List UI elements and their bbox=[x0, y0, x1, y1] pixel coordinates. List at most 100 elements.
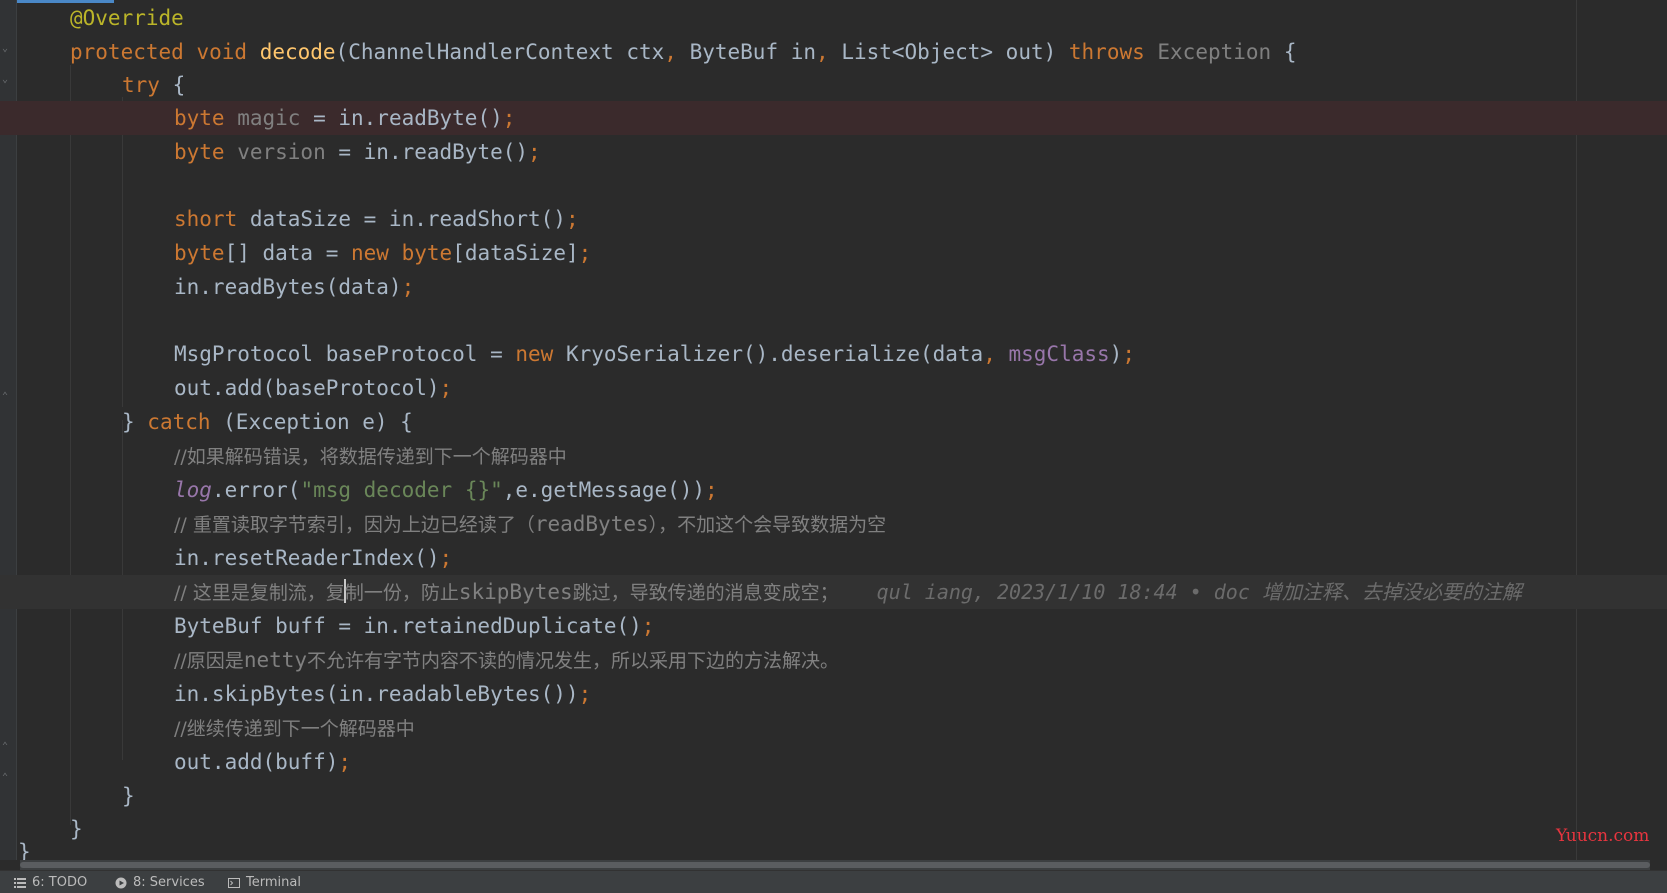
code-line-highlighted[interactable]: byte magic = in.readByte(); bbox=[0, 101, 1667, 135]
code-line[interactable]: byte[] data = new byte[dataSize]; bbox=[0, 236, 1667, 270]
terminal-icon bbox=[228, 877, 240, 888]
code-line[interactable]: //原因是netty不允许有字节内容不读的情况发生，所以采用下边的方法解决。 bbox=[0, 643, 1667, 677]
code-text: KryoSerializer().deserialize(data bbox=[553, 342, 984, 366]
comment-text: //继续传递到下一个解码器中 bbox=[174, 718, 415, 740]
keyword-token: short bbox=[174, 207, 238, 231]
semicolon-token: ; bbox=[528, 140, 541, 164]
code-text: ByteBuf buff = in.retainedDuplicate() bbox=[174, 614, 642, 638]
code-line[interactable]: MsgProtocol baseProtocol = new KryoSeria… bbox=[0, 337, 1667, 371]
code-text: in.resetReaderIndex() bbox=[174, 546, 440, 570]
code-text: { bbox=[159, 73, 186, 97]
keyword-token: void bbox=[196, 40, 248, 64]
code-line[interactable]: } bbox=[0, 842, 1667, 863]
static-field: log bbox=[174, 478, 212, 502]
code-text: in.readBytes(data) bbox=[174, 275, 402, 299]
semicolon-token: ; bbox=[439, 376, 453, 400]
watermark: Yuucn.com bbox=[1556, 826, 1650, 846]
comment-text: ），不加这个会导致数据为空 bbox=[648, 514, 887, 536]
terminal-label: Terminal bbox=[246, 875, 301, 890]
keyword-token: catch bbox=[147, 410, 211, 434]
semicolon-token: ; bbox=[578, 682, 592, 706]
comma-token: , bbox=[664, 40, 677, 64]
code-text: } bbox=[70, 817, 83, 841]
string-literal: "msg decoder {}" bbox=[300, 478, 503, 502]
code-text: in.skipBytes(in.readableBytes()) bbox=[174, 682, 579, 706]
comma-token: , bbox=[983, 342, 996, 366]
semicolon-token: ; bbox=[705, 478, 718, 502]
code-text: dataSize = in.readShort() bbox=[237, 207, 566, 231]
comment-text: // 重置读取字节索引，因为上边已经读了（ bbox=[174, 514, 535, 536]
todo-tab[interactable]: 6: TODO bbox=[14, 875, 87, 890]
code-line-current[interactable]: // 这里是复制流，复制一份，防止skipBytes跳过，导致传递的消息变成空；… bbox=[0, 575, 1667, 609]
code-text: MsgProtocol baseProtocol = bbox=[174, 342, 516, 366]
keyword-token: new bbox=[351, 241, 389, 265]
code-line[interactable]: short dataSize = in.readShort(); bbox=[0, 202, 1667, 236]
comment-text: // 这里是复制流，复 bbox=[174, 582, 345, 604]
code-line[interactable]: ByteBuf buff = in.retainedDuplicate(); bbox=[0, 609, 1667, 643]
todo-label: 6: TODO bbox=[32, 875, 88, 890]
code-text: = in.readByte() bbox=[325, 140, 529, 164]
code-text: = in.readByte() bbox=[300, 106, 503, 130]
semicolon-token: ; bbox=[578, 241, 592, 265]
code-line[interactable]: protected void decode(ChannelHandlerCont… bbox=[0, 35, 1667, 69]
code-line[interactable]: in.readBytes(data); bbox=[0, 270, 1667, 304]
horizontal-scrollbar[interactable] bbox=[20, 860, 1650, 870]
comment-text: //如果解码错误，将数据传递到下一个解码器中 bbox=[174, 446, 567, 468]
semicolon-token: ; bbox=[401, 275, 415, 299]
code-text: .error( bbox=[211, 478, 301, 502]
semicolon-token: ; bbox=[1122, 342, 1135, 366]
code-line[interactable]: try { bbox=[0, 68, 1667, 102]
unused-variable: magic bbox=[224, 106, 301, 130]
keyword-token: byte bbox=[174, 241, 225, 265]
comment-text: netty bbox=[243, 648, 308, 672]
code-editor[interactable]: ⌄ ⌄ ⌃ ⌃ ⌃ @Override protected void decod… bbox=[0, 0, 1667, 863]
scrollbar-thumb[interactable] bbox=[20, 862, 1650, 868]
code-line[interactable]: in.skipBytes(in.readableBytes()); bbox=[0, 677, 1667, 711]
keyword-token: try bbox=[122, 73, 160, 97]
services-tab[interactable]: 8: Services bbox=[115, 875, 205, 890]
semicolon-token: ; bbox=[565, 207, 579, 231]
code-text: ByteBuf in bbox=[676, 40, 817, 64]
code-text: } bbox=[122, 410, 148, 434]
git-blame-message[interactable]: 增加注释、去掉没必要的注解 bbox=[1262, 580, 1522, 604]
code-line[interactable]: //如果解码错误，将数据传递到下一个解码器中 bbox=[0, 439, 1667, 473]
keyword-token: throws bbox=[1068, 40, 1145, 64]
keyword-token: protected bbox=[70, 40, 184, 64]
code-text: } bbox=[122, 784, 135, 808]
annotation-token: @Override bbox=[70, 6, 184, 30]
code-line[interactable]: //继续传递到下一个解码器中 bbox=[0, 711, 1667, 745]
terminal-tab[interactable]: Terminal bbox=[228, 875, 301, 890]
code-line[interactable]: byte version = in.readByte(); bbox=[0, 135, 1667, 169]
comment-text: skipBytes bbox=[458, 580, 573, 604]
code-text: [dataSize] bbox=[452, 241, 579, 265]
code-line[interactable]: } bbox=[0, 779, 1667, 813]
code-line[interactable]: out.add(baseProtocol); bbox=[0, 371, 1667, 405]
field-reference: msgClass bbox=[1008, 342, 1110, 366]
code-line[interactable]: in.resetReaderIndex(); bbox=[0, 541, 1667, 575]
code-text: ,e.getMessage()) bbox=[502, 478, 706, 502]
tool-window-bar: 6: TODO 8: Services Terminal bbox=[0, 870, 1667, 893]
comma-token: , bbox=[816, 40, 829, 64]
code-line[interactable]: @Override bbox=[0, 1, 1667, 35]
semicolon-token: ; bbox=[439, 546, 453, 570]
semicolon-token: ; bbox=[641, 614, 655, 638]
code-line[interactable]: } bbox=[0, 812, 1667, 846]
git-blame-annotation[interactable]: qul iang, 2023/1/10 18:44 • doc bbox=[877, 580, 1262, 604]
comment-text: readBytes bbox=[534, 512, 649, 536]
code-line[interactable]: out.add(buff); bbox=[0, 745, 1667, 779]
code-line[interactable]: // 重置读取字节索引，因为上边已经读了（readBytes），不加这个会导致数… bbox=[0, 507, 1667, 541]
method-name: decode bbox=[259, 40, 336, 64]
keyword-token: new bbox=[515, 342, 554, 366]
code-line[interactable]: log.error("msg decoder {}",e.getMessage(… bbox=[0, 473, 1667, 507]
comment-text: 跳过，导致传递的消息变成空； bbox=[572, 582, 839, 604]
code-text: [] data = bbox=[224, 241, 352, 265]
code-text: { bbox=[1271, 40, 1297, 64]
code-text: (ChannelHandlerContext ctx bbox=[335, 40, 665, 64]
code-line[interactable]: } catch (Exception e) { bbox=[0, 405, 1667, 439]
unused-variable: version bbox=[224, 140, 326, 164]
keyword-token: byte bbox=[174, 140, 225, 164]
code-text: out.add(buff) bbox=[174, 750, 339, 774]
play-circle-icon bbox=[115, 877, 127, 888]
